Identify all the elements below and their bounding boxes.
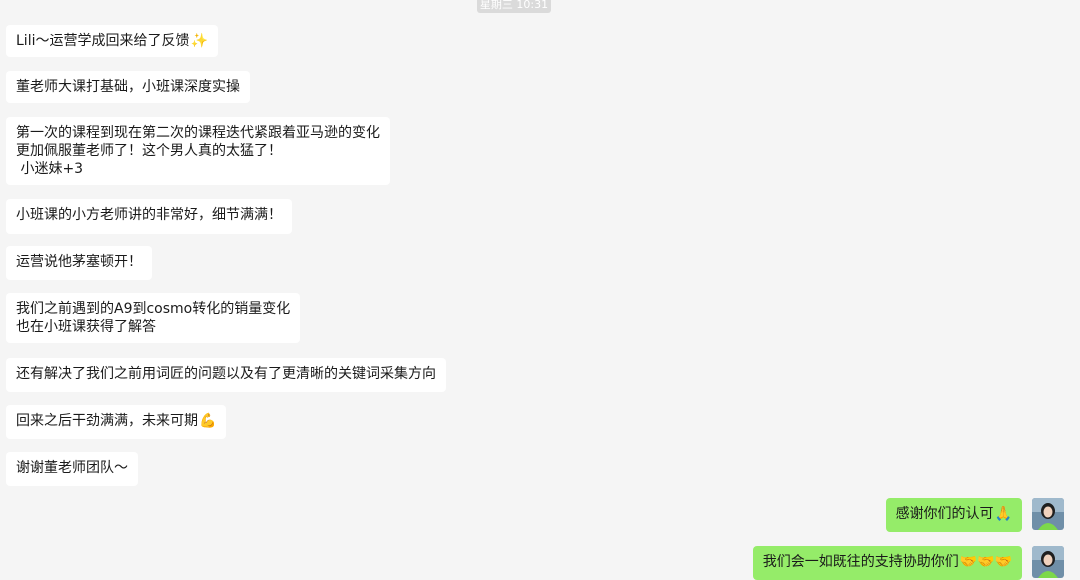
message-bubble-incoming[interactable]: 第一次的课程到现在第二次的课程迭代紧跟着亚马逊的变化 更加佩服董老师了！这个男人… xyxy=(6,117,390,185)
avatar-portrait-icon xyxy=(1032,546,1064,578)
handshake-emoji-icon: 🤝🤝🤝 xyxy=(959,554,1012,570)
message-bubble-incoming[interactable]: 运营说他茅塞顿开！ xyxy=(6,246,152,280)
message-bubble-incoming[interactable]: 我们之前遇到的A9到cosmo转化的销量变化 也在小班课获得了解答 xyxy=(6,293,301,343)
message-bubble-incoming[interactable]: 谢谢董老师团队～ xyxy=(6,452,138,486)
message-bubble-incoming[interactable]: 董老师大课打基础，小班课深度实操 xyxy=(6,71,250,103)
message-text: 运营说他茅塞顿开！ xyxy=(16,254,142,270)
message-text: 回来之后干劲满满，未来可期 xyxy=(16,413,198,429)
message-text: 感谢你们的认可 xyxy=(895,506,994,522)
message-bubble-outgoing[interactable]: 感谢你们的认可🙏 xyxy=(885,498,1022,532)
message-text: 我们之前遇到的A9到cosmo转化的销量变化 也在小班课获得了解答 xyxy=(16,301,291,335)
message-bubble-incoming[interactable]: 小班课的小方老师讲的非常好，细节满满！ xyxy=(6,199,292,234)
chat-timestamp: 星期三 10:31 xyxy=(477,0,551,13)
message-text: 董老师大课打基础，小班课深度实操 xyxy=(16,79,240,95)
folded-hands-emoji-icon: 🙏 xyxy=(994,506,1012,522)
user-avatar[interactable] xyxy=(1032,546,1064,578)
flexed-biceps-emoji-icon: 💪 xyxy=(199,413,217,429)
message-bubble-incoming[interactable]: 还有解决了我们之前用词匠的问题以及有了更清晰的关键词采集方向 xyxy=(6,358,446,392)
message-text: 第一次的课程到现在第二次的课程迭代紧跟着亚马逊的变化 更加佩服董老师了！这个男人… xyxy=(16,125,380,177)
sparkles-emoji-icon: ✨ xyxy=(190,33,208,49)
message-bubble-outgoing[interactable]: 我们会一如既往的支持协助你们🤝🤝🤝 xyxy=(752,546,1022,580)
message-text: 小班课的小方老师讲的非常好，细节满满！ xyxy=(16,207,282,223)
message-text: 还有解决了我们之前用词匠的问题以及有了更清晰的关键词采集方向 xyxy=(16,366,436,382)
message-text: 谢谢董老师团队～ xyxy=(16,460,128,476)
message-bubble-incoming[interactable]: Lili～运营学成回来给了反馈✨ xyxy=(6,25,218,57)
message-text: 我们会一如既往的支持协助你们 xyxy=(762,554,959,570)
message-text: Lili～运营学成回来给了反馈 xyxy=(16,33,190,49)
message-bubble-incoming[interactable]: 回来之后干劲满满，未来可期💪 xyxy=(6,405,227,439)
user-avatar[interactable] xyxy=(1032,498,1064,530)
avatar-portrait-icon xyxy=(1032,498,1064,530)
